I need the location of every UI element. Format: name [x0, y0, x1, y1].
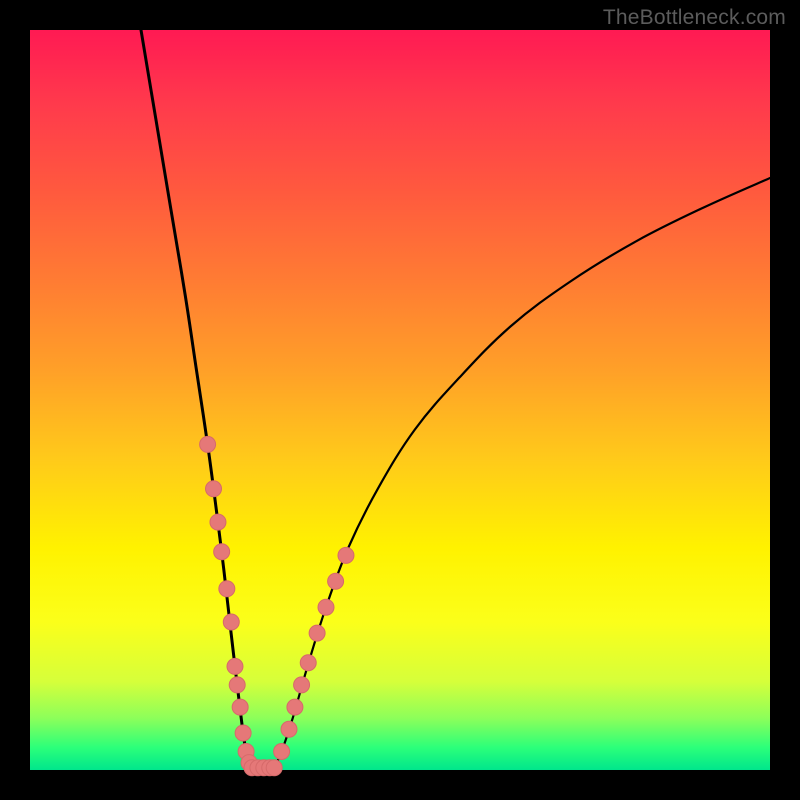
- curve-segment: [141, 30, 252, 768]
- curve-layer: [141, 30, 770, 768]
- data-marker: [214, 544, 230, 560]
- data-marker: [300, 655, 316, 671]
- data-marker: [200, 436, 216, 452]
- data-marker: [229, 677, 245, 693]
- data-marker: [235, 725, 251, 741]
- data-marker: [281, 721, 297, 737]
- curve-segment: [274, 178, 770, 768]
- data-marker: [338, 547, 354, 563]
- data-marker: [287, 699, 303, 715]
- data-marker: [309, 625, 325, 641]
- chart-svg: [30, 30, 770, 770]
- data-marker: [294, 677, 310, 693]
- data-marker: [206, 481, 222, 497]
- data-marker: [227, 658, 243, 674]
- data-marker: [219, 581, 235, 597]
- data-marker: [232, 699, 248, 715]
- data-marker: [318, 599, 334, 615]
- data-marker: [266, 760, 282, 776]
- plot-area: [30, 30, 770, 770]
- marker-layer: [200, 436, 354, 775]
- data-marker: [223, 614, 239, 630]
- data-marker: [210, 514, 226, 530]
- data-marker: [328, 573, 344, 589]
- chart-frame: TheBottleneck.com: [0, 0, 800, 800]
- watermark-text: TheBottleneck.com: [603, 6, 786, 30]
- data-marker: [274, 744, 290, 760]
